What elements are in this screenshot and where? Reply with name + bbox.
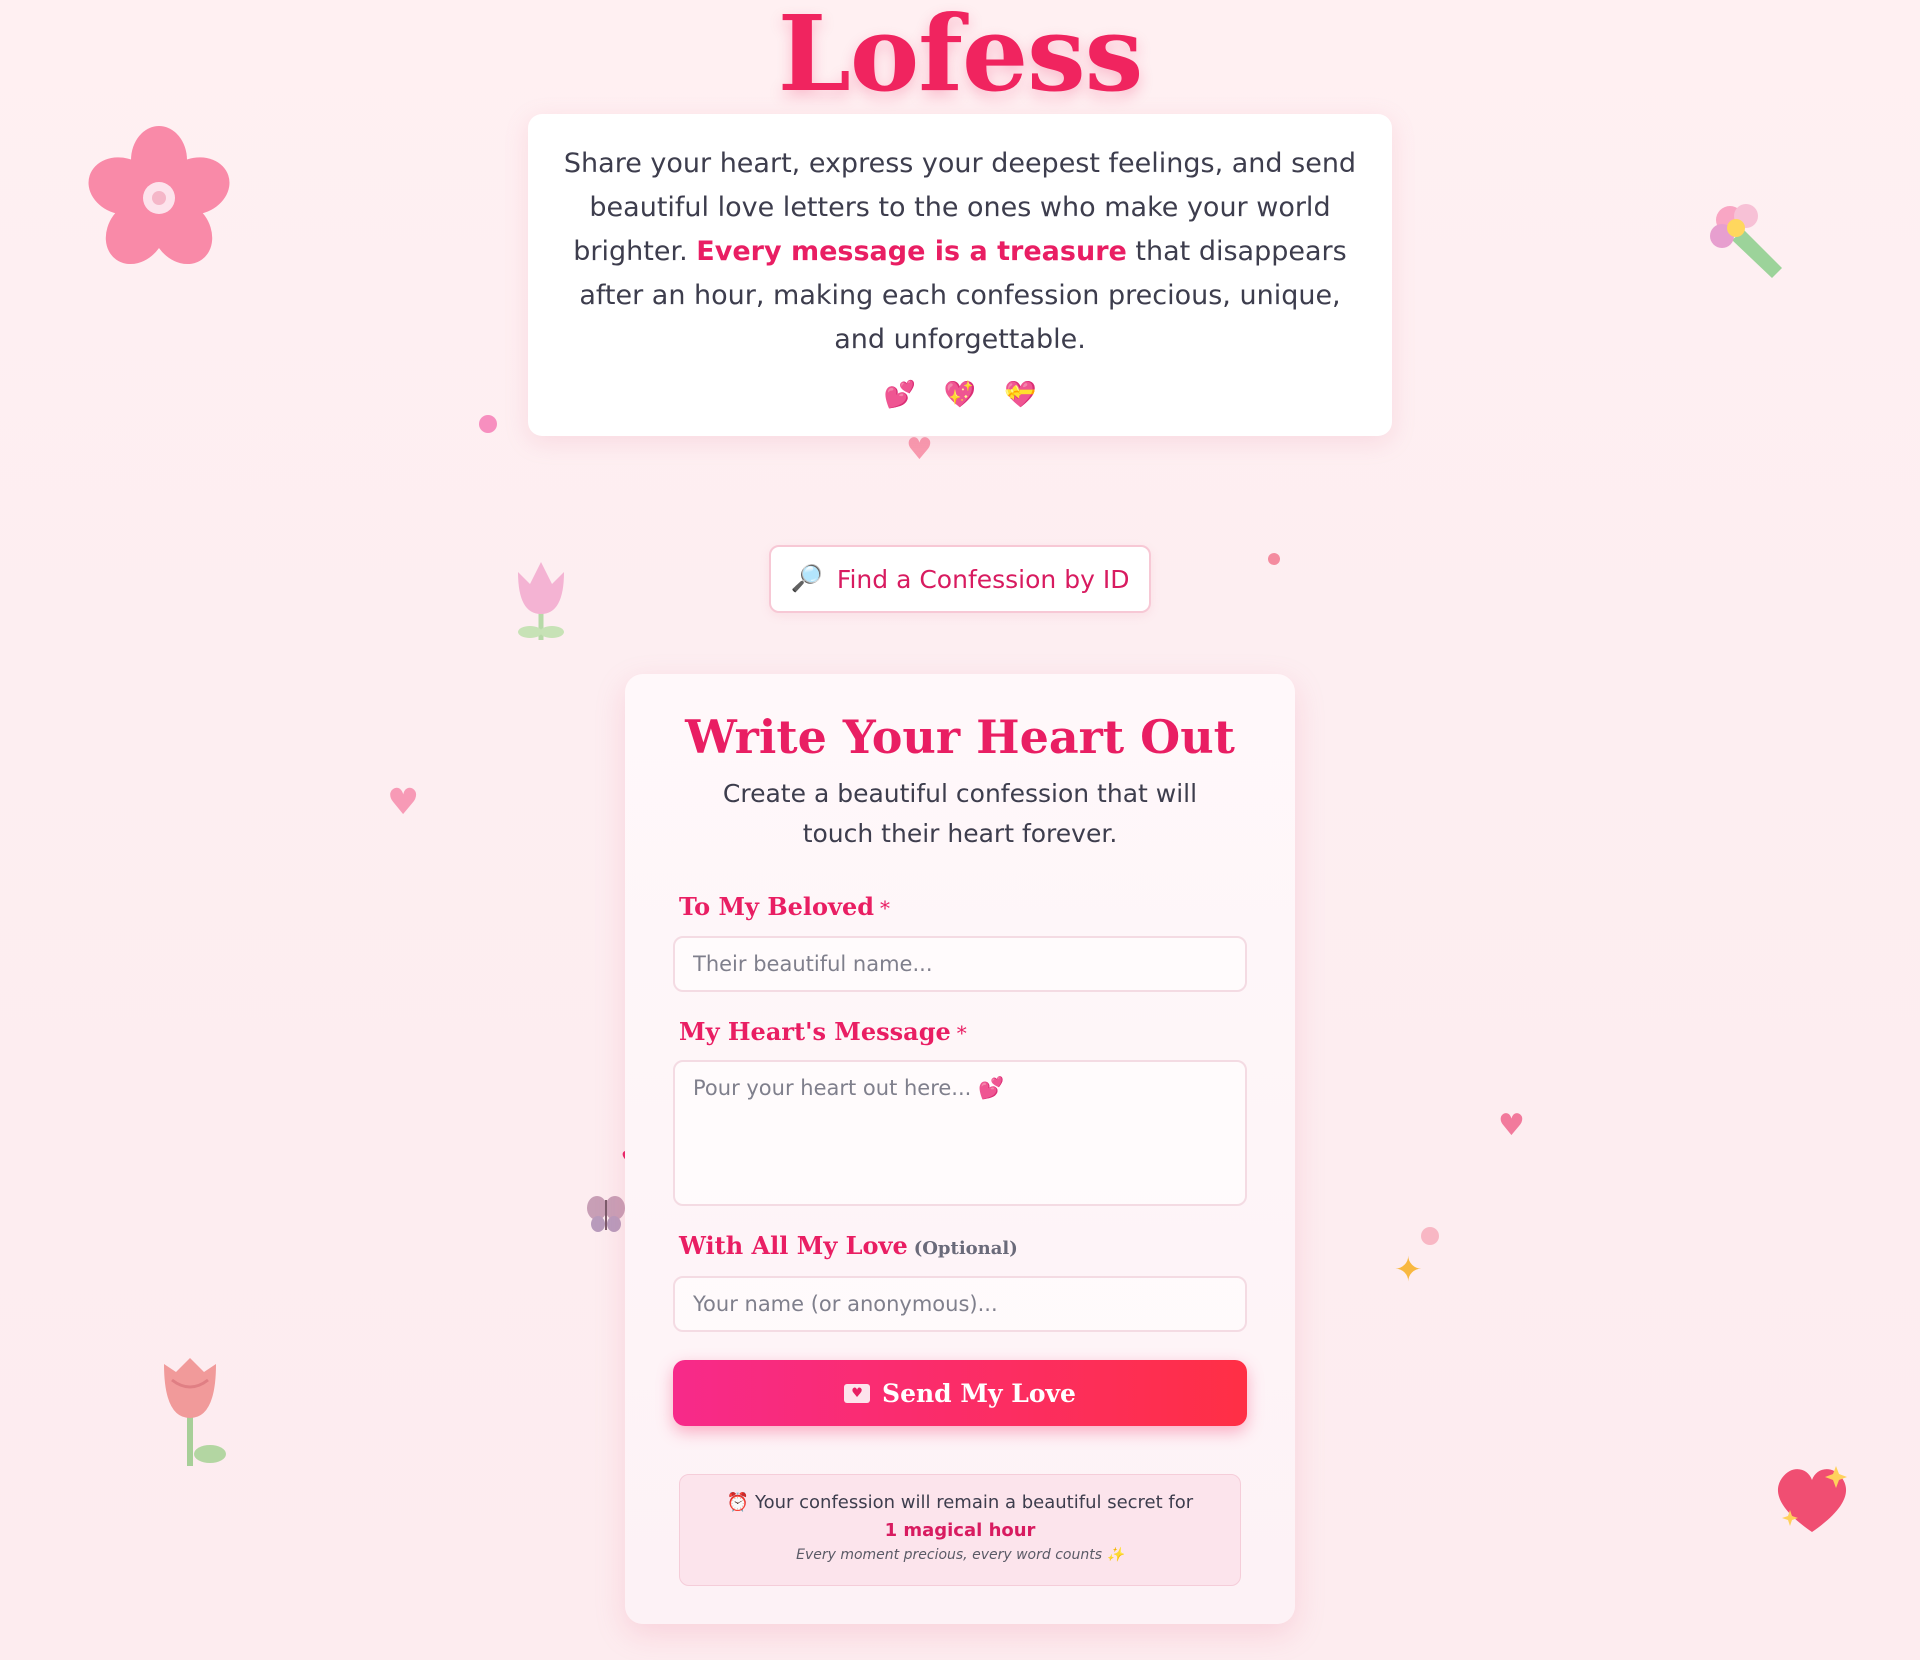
tulip-icon [506, 552, 576, 646]
two-hearts-icon: 💕 [883, 380, 916, 410]
find-confession-button[interactable]: 🔎 Find a Confession by ID [769, 545, 1151, 613]
signature-label: With All My Love (Optional) [679, 1231, 1018, 1260]
intro-card: Share your heart, express your deepest f… [528, 114, 1392, 436]
message-label: My Heart's Message * [679, 1017, 967, 1046]
expiry-note: ⏰ Your confession will remain a beautifu… [679, 1474, 1241, 1586]
butterfly-icon [584, 1192, 628, 1240]
magnifier-icon: 🔎 [790, 564, 823, 594]
message-label-text: My Heart's Message [679, 1017, 951, 1046]
optional-marker: (Optional) [913, 1238, 1018, 1259]
pink-dot [479, 415, 497, 433]
bouquet-icon [1692, 190, 1788, 290]
form-subtitle: Create a beautiful confession that will … [722, 779, 1198, 848]
find-confession-label: Find a Confession by ID [836, 564, 1130, 594]
app-title: Lofess [777, 0, 1144, 115]
signature-label-text: With All My Love [679, 1231, 908, 1260]
pink-dot [1268, 553, 1280, 565]
expiry-highlight: 1 magical hour [884, 1520, 1036, 1541]
sparkles-icon: ✦ [1394, 1250, 1423, 1290]
beloved-name-input[interactable] [673, 936, 1247, 992]
message-textarea[interactable] [673, 1060, 1247, 1206]
send-love-label: Send My Love [882, 1378, 1076, 1408]
form-title: Write Your Heart Out [685, 710, 1235, 764]
confession-form: Write Your Heart Out Create a beautiful … [625, 674, 1295, 1624]
intro-hearts: 💕 💖 💝 [556, 380, 1364, 410]
sparkling-heart-icon: 💖 [943, 380, 977, 410]
beloved-label-text: To My Beloved [679, 892, 875, 921]
heart-icon: ♥ [387, 782, 420, 823]
heart-icon: ♥ [1498, 1108, 1525, 1143]
intro-text: Share your heart, express your deepest f… [556, 142, 1364, 362]
beloved-label: To My Beloved * [679, 892, 890, 921]
required-marker: * [880, 896, 891, 920]
heart-icon: ♥ [906, 432, 933, 467]
required-marker: * [956, 1021, 967, 1045]
sparkling-heart-icon [1772, 1460, 1852, 1542]
expiry-subtext: Every moment precious, every word counts… [796, 1547, 1124, 1563]
alarm-clock-icon: ⏰ [726, 1492, 750, 1513]
pink-dot [1421, 1227, 1439, 1245]
expiry-text: Your confession will remain a beautiful … [754, 1492, 1194, 1513]
heart-with-ribbon-icon: 💝 [1004, 380, 1037, 410]
signature-input[interactable] [673, 1276, 1247, 1332]
send-love-button[interactable]: ♥ Send My Love [673, 1360, 1247, 1426]
cherry-blossom-icon [86, 122, 232, 272]
rose-icon [158, 1354, 238, 1472]
intro-highlight: Every message is a treasure [696, 236, 1127, 267]
expiry-note-text: ⏰ Your confession will remain a beautifu… [680, 1489, 1240, 1545]
love-letter-icon: ♥ [844, 1383, 871, 1403]
